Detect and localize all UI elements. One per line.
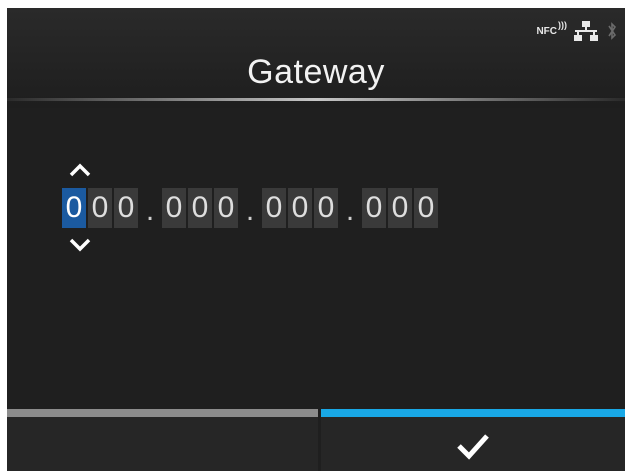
octet-4: 0 0 0 <box>362 188 438 228</box>
digit-field[interactable]: 0 <box>188 188 212 228</box>
check-icon <box>457 434 489 460</box>
digit-field[interactable]: 0 <box>314 188 338 228</box>
left-key-indicator <box>7 409 318 417</box>
octet-3: 0 0 0 <box>262 188 338 228</box>
digit-field[interactable]: 0 <box>214 188 238 228</box>
wired-network-icon <box>574 21 598 41</box>
chevron-up-icon[interactable] <box>66 160 94 180</box>
octet-separator: . <box>345 194 355 227</box>
digit-field-selected[interactable]: 0 <box>62 188 86 228</box>
header-divider <box>7 98 625 101</box>
digit-field[interactable]: 0 <box>114 188 138 228</box>
digit-field[interactable]: 0 <box>362 188 386 228</box>
digit-field[interactable]: 0 <box>388 188 412 228</box>
octet-1: 0 0 0 <box>62 188 138 228</box>
status-icons: NFC ))) <box>536 18 617 44</box>
header: NFC ))) Gateway <box>7 8 625 108</box>
bluetooth-icon <box>608 22 617 40</box>
digit-field[interactable]: 0 <box>262 188 286 228</box>
nfc-waves-icon: ))) <box>558 19 567 30</box>
digit-field[interactable]: 0 <box>414 188 438 228</box>
confirm-button[interactable] <box>321 409 625 471</box>
soft-key-bar <box>7 409 625 471</box>
digit-field[interactable]: 0 <box>88 188 112 228</box>
nfc-icon: NFC ))) <box>536 20 567 37</box>
printer-display: NFC ))) Gateway 0 0 0 . 0 0 0 . 0 0 0 . … <box>7 8 625 471</box>
octet-separator: . <box>245 194 255 227</box>
octet-separator: . <box>145 194 155 227</box>
gateway-address-editor[interactable]: 0 0 0 . 0 0 0 . 0 0 0 . 0 0 0 <box>62 188 438 228</box>
octet-2: 0 0 0 <box>162 188 238 228</box>
digit-field[interactable]: 0 <box>162 188 186 228</box>
chevron-down-icon[interactable] <box>66 235 94 255</box>
right-key-indicator <box>321 409 625 417</box>
left-soft-key[interactable] <box>7 409 318 471</box>
page-title: Gateway <box>247 53 385 91</box>
digit-field[interactable]: 0 <box>288 188 312 228</box>
nfc-label: NFC <box>536 25 557 37</box>
